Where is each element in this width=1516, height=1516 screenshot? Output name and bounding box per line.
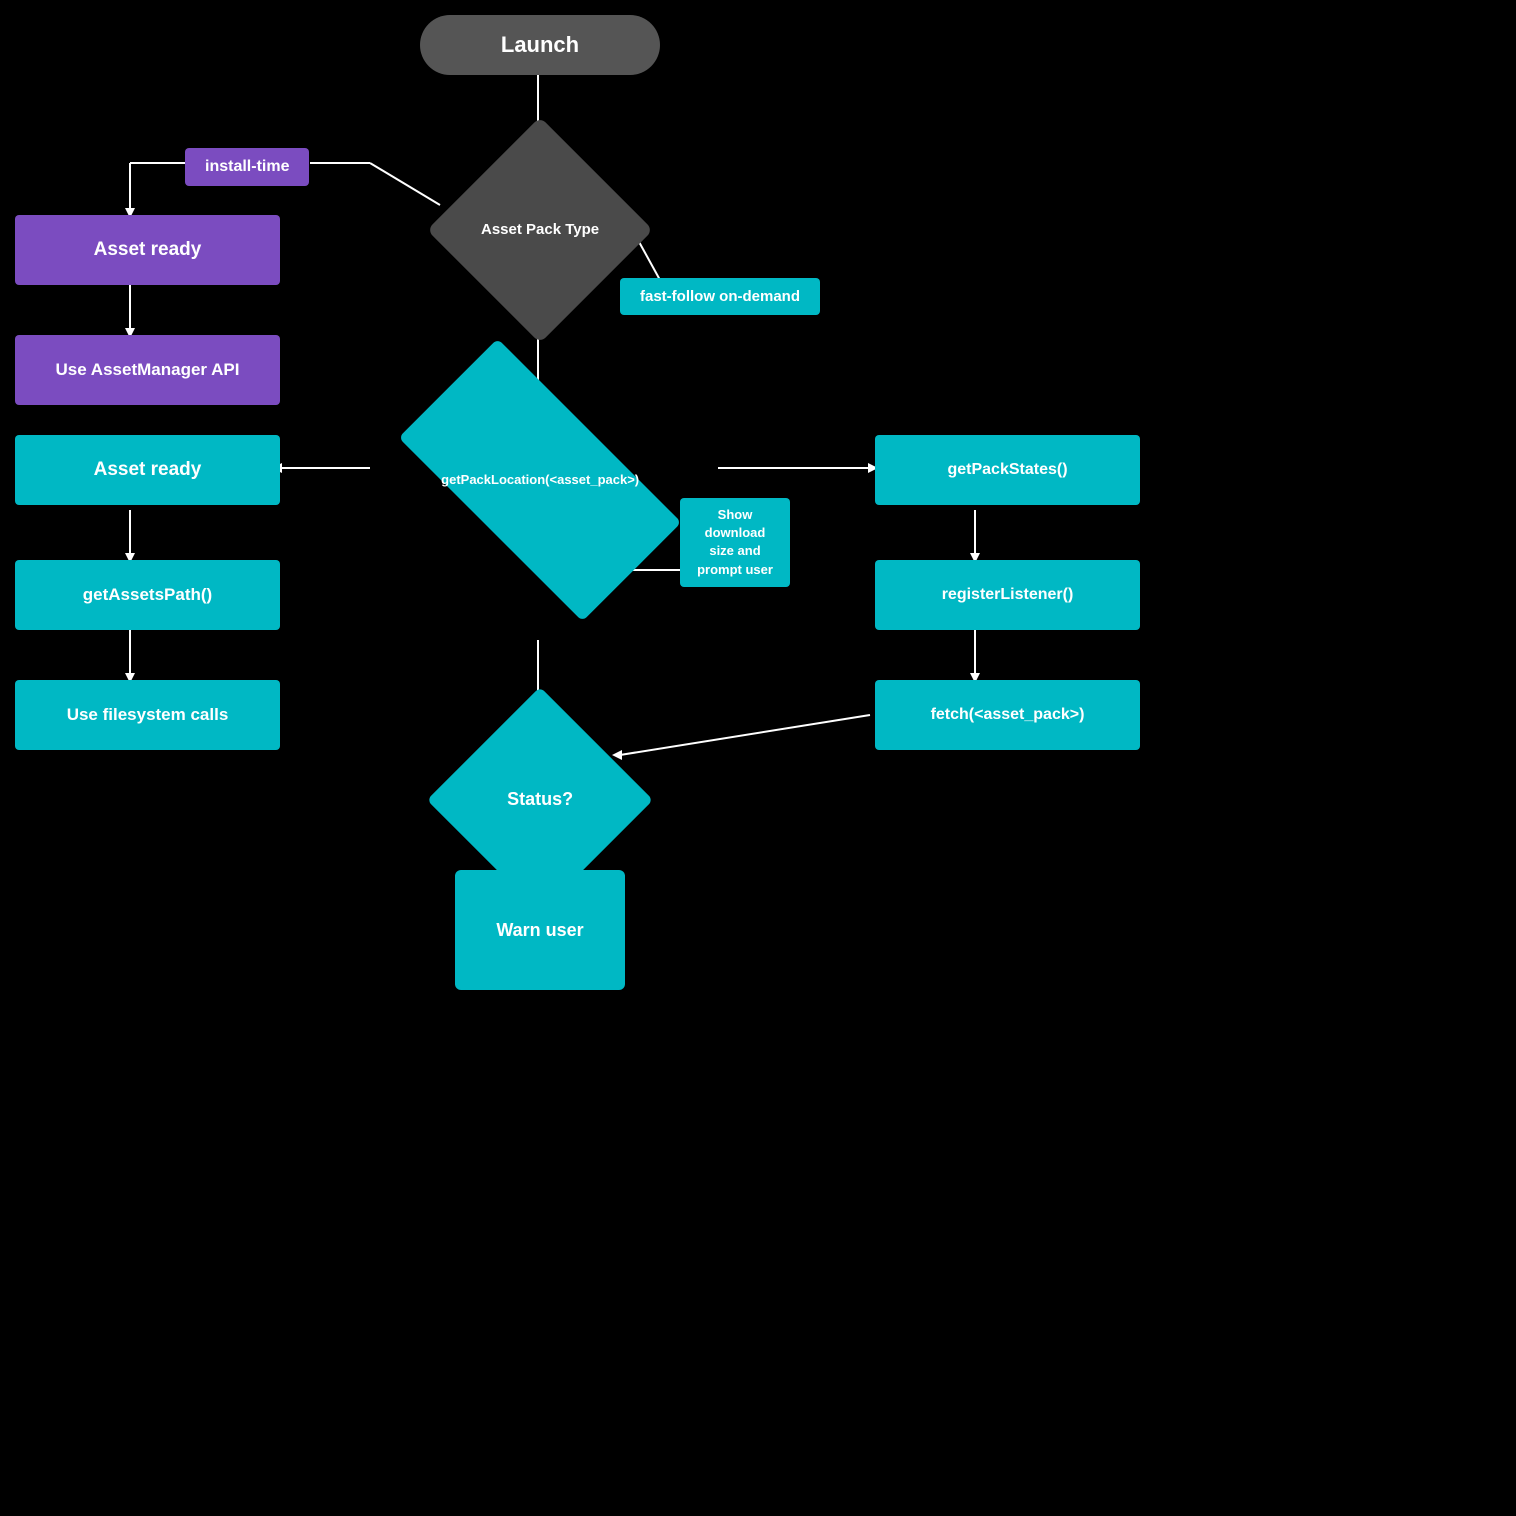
use-filesystem-node: Use filesystem calls — [15, 680, 280, 750]
show-download-label: Show download size and prompt user — [680, 498, 790, 587]
asset-ready-1-node: Asset ready — [15, 215, 280, 285]
asset-ready-2-node: Asset ready — [15, 435, 280, 505]
asset-pack-type-diamond: Asset Pack Type — [440, 130, 640, 330]
warn-user-node: Warn user — [455, 870, 625, 990]
use-asset-manager-node: Use AssetManager API — [15, 335, 280, 405]
get-pack-states-node: getPackStates() — [875, 435, 1140, 505]
launch-node: Launch — [420, 15, 660, 75]
fetch-node: fetch(<asset_pack>) — [875, 680, 1140, 750]
get-assets-path-node: getAssetsPath() — [15, 560, 280, 630]
register-listener-node: registerListener() — [875, 560, 1140, 630]
get-pack-location-diamond: getPackLocation(<asset_pack>) — [370, 390, 710, 570]
fast-follow-label: fast-follow on-demand — [620, 278, 820, 315]
flowchart: Launch install-time Asset Pack Type fast… — [0, 0, 1516, 1516]
install-time-label: install-time — [185, 148, 309, 186]
